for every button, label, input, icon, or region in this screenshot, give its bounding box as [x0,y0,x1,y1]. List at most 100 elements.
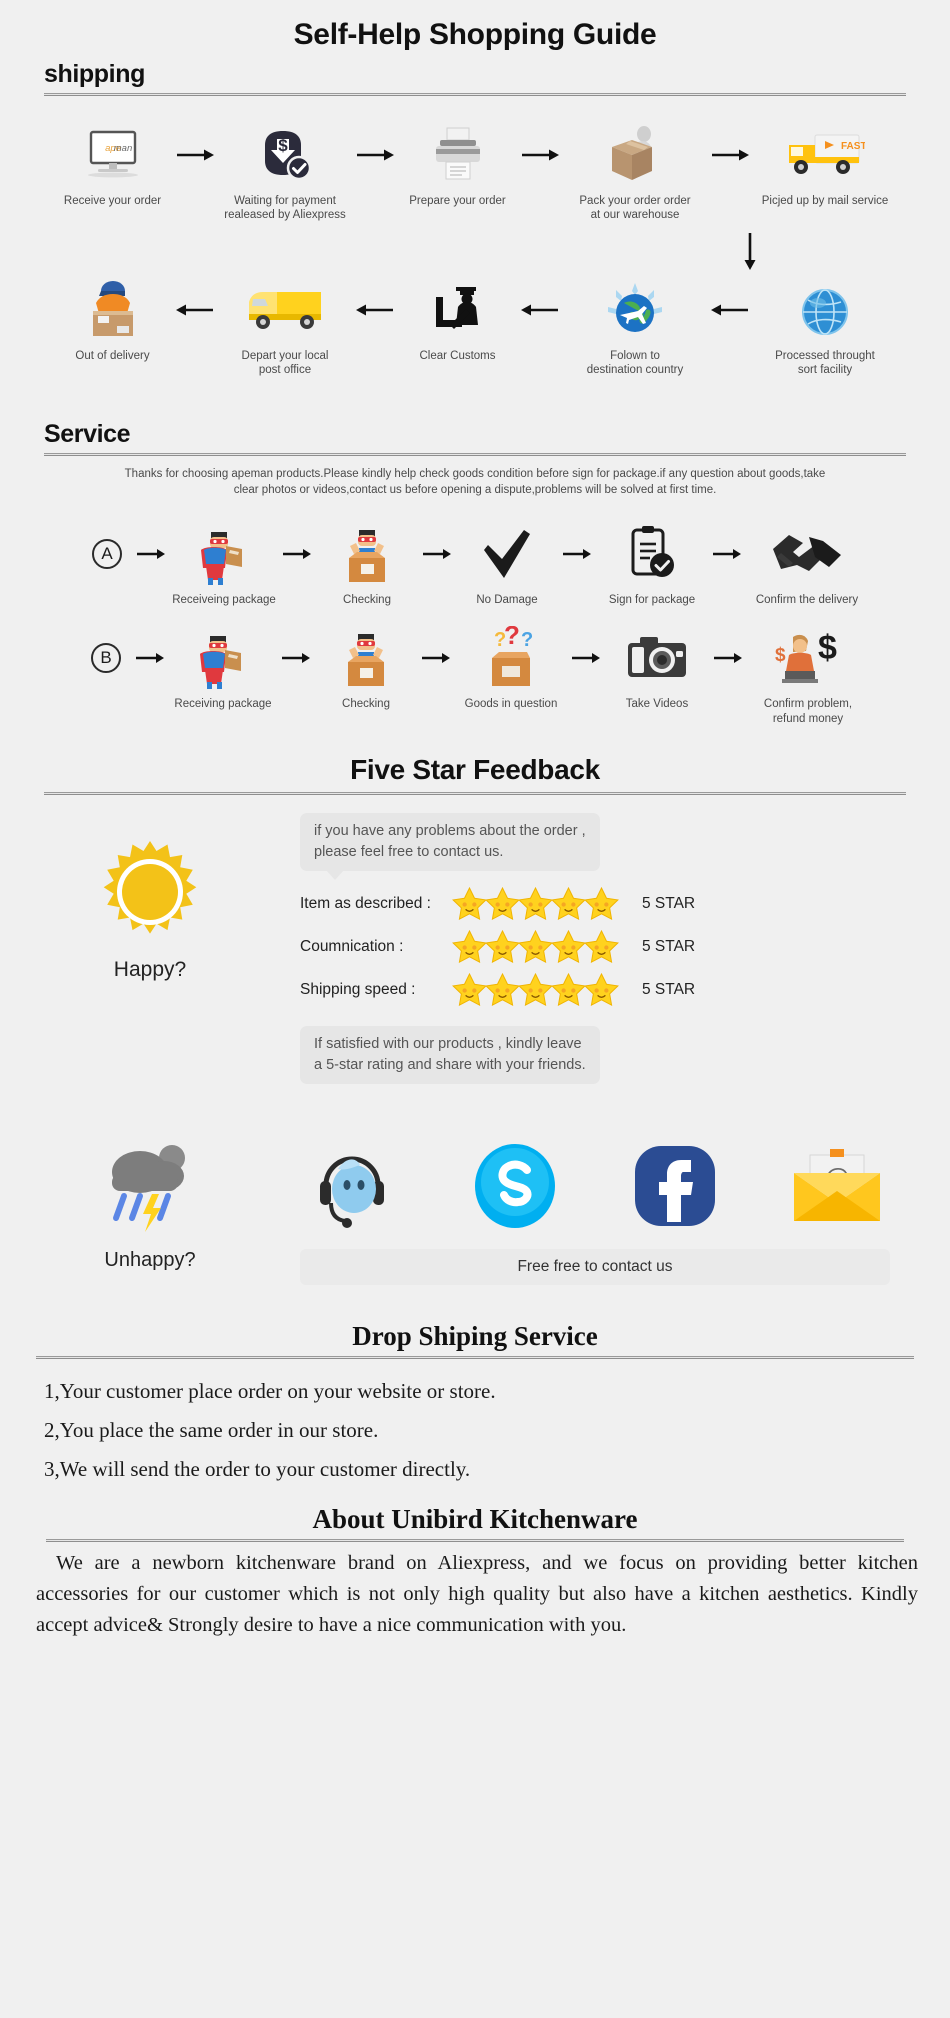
service-step-no-damage: No Damage [452,521,562,607]
divider-shipping [44,93,906,96]
facebook-icon[interactable] [631,1142,719,1235]
service-step-confirm-problem-refund: $ $ Confirm problem, refund money [743,625,873,726]
rain-cloud-icon [98,1138,202,1243]
sun-icon [97,839,203,950]
shipping-step-picked-up: FAST Picjed up by mail service [750,122,900,208]
shipping-step-label: Receive your order [63,195,162,207]
courier-carrying-box-icon [83,277,143,343]
service-step-label: Confirm problem, refund money [763,698,853,725]
happy-label: Happy? [113,957,187,981]
svg-text:$: $ [818,629,837,667]
monitor-apeman-icon: ape man [84,122,142,188]
list-item: 3,We will send the order to your custome… [44,1457,471,1482]
shipping-row-2: Out of delivery Depart your local post o… [0,277,950,378]
check-mark-icon [478,521,536,587]
section-heading-shipping: shipping [44,60,145,88]
happy-block: Happy? [0,813,300,982]
service-step-checking-b: Checking [311,625,421,711]
service-step-label: Checking [343,593,391,606]
shipping-step-processed-sort-facility: Processed throught sort facility [750,277,900,378]
feedback-area: Happy? if you have any problems about th… [0,795,950,1085]
service-badge-b: B [77,625,135,711]
service-step-sign-for-package: Sign for package [592,521,712,607]
service-step-label: Take Videos [625,698,689,711]
email-envelope-icon[interactable]: @ [790,1145,884,1232]
arrow-right-icon [175,122,215,188]
shipping-step-label: Out of delivery [75,349,150,362]
service-step-label: Receiveing package [172,593,276,606]
badge-letter: B [91,643,121,674]
service-step-goods-in-question: ? ? ? Goods in question [451,625,571,711]
service-step-label: Checking [342,698,390,711]
shipping-step-out-for-delivery: Out of delivery [50,277,175,363]
hero-with-parcel-icon [192,625,254,691]
payment-dollar-icon: $ [255,122,315,188]
arrow-right-icon [562,521,592,587]
ratings-list: Item as described : 5 STAR Coumnication … [300,887,878,1006]
arrow-left-icon [355,277,395,343]
shipping-step-receive-order: ape man Receive your order [50,122,175,208]
shipping-step-flown-to-destination: Folown to destination country [560,277,710,378]
service-step-label: Goods in question [464,698,558,711]
list-item: 2,You place the same order in our store. [44,1418,379,1443]
arrow-left-icon [175,277,215,343]
service-step-label: No Damage [476,593,538,606]
hero-with-parcel-icon [193,521,255,587]
section-heading-dropship: Drop Shiping Service [352,1321,598,1352]
contact-bar[interactable]: Free free to contact us [300,1249,890,1286]
agent-refund-icon: $ $ [773,625,843,691]
dropship-steps: 1,Your customer place order on your webs… [0,1359,950,1482]
rating-label: Item as described : [300,894,431,912]
handshake-icon [771,521,843,587]
rating-label: Shipping speed : [300,980,416,998]
skype-icon[interactable] [469,1142,561,1235]
rating-row: Item as described : 5 STAR [300,887,878,920]
section-heading-five-star: Five Star Feedback [350,753,600,785]
rating-value: 5 STAR [642,937,696,955]
bubble-rating-request: If satisfied with our products , kindly … [300,1026,600,1085]
printer-icon [430,122,486,188]
shipping-step-label: Prepare your order [409,195,506,207]
shipping-step-prepare-order: Prepare your order [395,122,520,208]
customs-officer-icon [428,277,488,343]
shipping-step-clear-customs: Clear Customs [395,277,520,363]
shipping-step-depart-post-office: Depart your local post office [215,277,355,378]
section-heading-service: Service [44,419,131,448]
arrow-right-icon [520,122,560,188]
svg-text:$: $ [775,645,786,666]
shopping-guide-page: Self-Help Shopping Guide shipping ape ma… [0,0,950,1640]
svg-text:man: man [113,143,131,154]
service-step-receiving-package-b: Receiving package [165,625,281,711]
rating-value: 5 STAR [642,980,696,998]
shipping-row-1: ape man Receive your order $ Waiting for… [0,122,950,223]
shipping-step-label: Pack your order order at our warehouse [579,195,691,222]
social-icons-row: @ [300,1138,890,1235]
ratings-block: if you have any problems about the order… [300,812,950,1085]
shipping-step-label: Folown to destination country [586,349,684,377]
packing-box-icon [604,122,666,188]
service-step-label: Receiving package [174,698,272,711]
camera-icon [626,625,688,691]
rating-value: 5 STAR [642,894,696,912]
arrow-right-icon [712,521,742,587]
bubble-contact-note: if you have any problems about the order… [300,812,600,881]
section-heading-about: About Unibird Kitchenware [312,1504,638,1535]
arrow-right-icon [136,521,166,587]
shipping-step-label: Processed throught sort facility [775,349,875,377]
shipping-step-label: Waiting for payment realeased by Aliexpr… [224,195,346,222]
signed-document-icon [625,521,679,587]
shipping-step-label: Depart your local post office [241,349,329,377]
star-rating [452,930,628,963]
live-chat-headset-icon[interactable] [306,1143,398,1234]
arrow-down-icon [744,232,756,270]
service-badge-a: A [78,521,136,607]
social-block: @ Free free to contact us [300,1138,950,1286]
unhappy-label: Unhappy? [104,1249,196,1272]
delivery-truck-fast-icon: FAST [785,122,865,188]
about-paragraph: We are a newborn kitchenware brand on Al… [36,1552,918,1636]
arrow-right-icon [713,625,743,691]
page-title: Self-Help Shopping Guide [293,18,657,51]
shipping-step-waiting-payment: $ Waiting for payment realeased by Aliex… [215,122,355,223]
arrow-right-icon [281,625,311,691]
svg-text:FAST: FAST [841,141,865,152]
